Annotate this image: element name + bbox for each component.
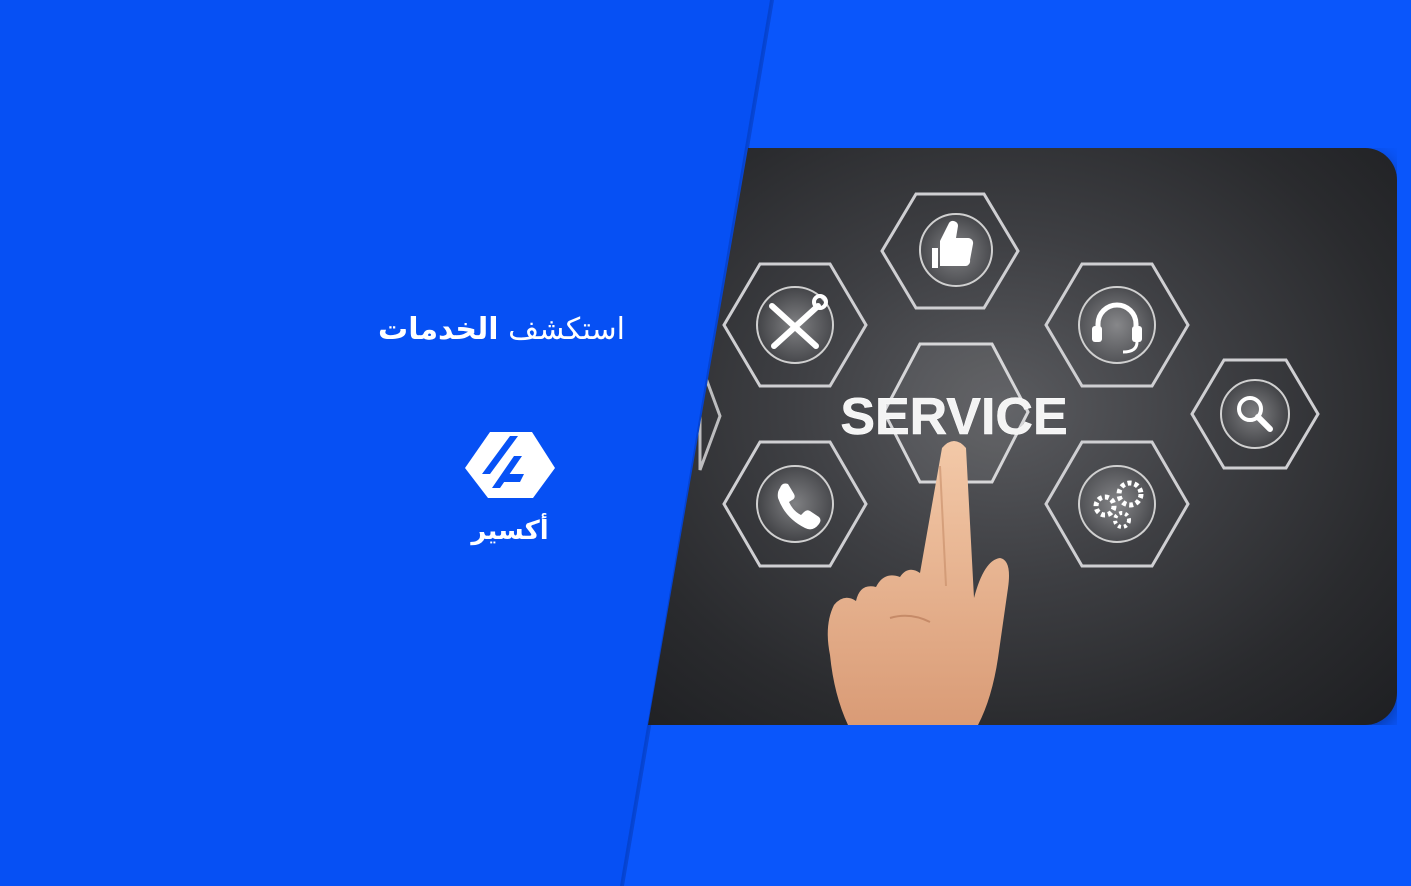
gears-icon — [1044, 440, 1190, 568]
phone-icon — [722, 440, 868, 568]
title-light-word: استكشف — [508, 312, 625, 347]
title-bold-word: الخدمات — [378, 312, 499, 347]
tools-icon — [722, 262, 868, 388]
search-icon — [1190, 358, 1320, 470]
thumbs-up-icon — [880, 192, 1020, 310]
headset-icon — [1044, 262, 1190, 388]
service-headline: SERVICE — [840, 388, 1067, 446]
aksir-logo-icon — [465, 432, 555, 498]
brand-name: أكسير — [471, 516, 549, 546]
page-title: استكشف الخدمات — [378, 312, 625, 347]
service-hero-image: SERVICE — [648, 148, 1397, 725]
